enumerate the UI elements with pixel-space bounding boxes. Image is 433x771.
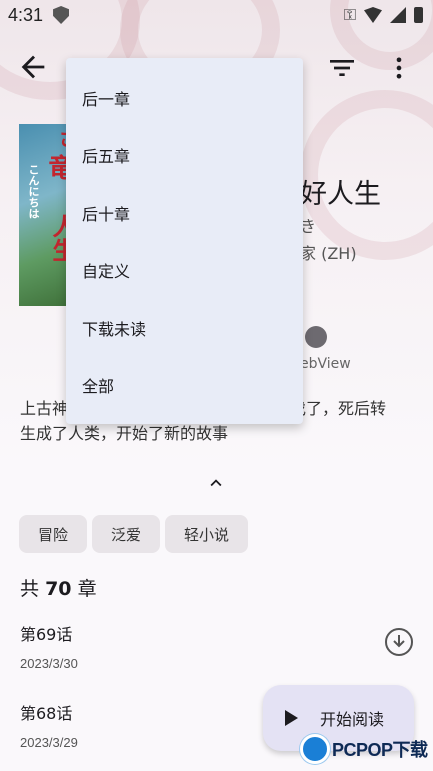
back-button[interactable] bbox=[16, 50, 50, 84]
chevron-up-icon bbox=[210, 479, 222, 487]
description-line: 生成了人类，开始了新的故事 bbox=[20, 424, 229, 443]
status-icons: ⚿ bbox=[344, 5, 423, 25]
genre-tags: 冒险 泛爱 轻小说 bbox=[19, 515, 249, 553]
more-options-button[interactable] bbox=[385, 52, 413, 84]
shield-icon bbox=[53, 6, 70, 24]
description-line: 伐了，死后转 bbox=[290, 399, 387, 418]
menu-item-custom[interactable]: 自定义 bbox=[66, 242, 303, 300]
watermark-text: PCPOP下载 bbox=[332, 740, 428, 760]
chapter-count-suffix: 章 bbox=[77, 578, 97, 600]
genre-tag[interactable]: 轻小说 bbox=[165, 515, 249, 553]
manga-source: 家 (ZH) bbox=[300, 244, 357, 263]
menu-item-next-1[interactable]: 后一章 bbox=[66, 69, 303, 127]
battery-icon bbox=[414, 7, 423, 23]
menu-item-unread[interactable]: 下载未读 bbox=[66, 299, 303, 357]
wifi-icon bbox=[364, 7, 382, 23]
chapter-count-prefix: 共 bbox=[20, 578, 40, 600]
cover-text: こんにちは bbox=[27, 164, 40, 219]
globe-icon[interactable] bbox=[305, 326, 327, 348]
watermark: PCPOP下载 bbox=[300, 731, 428, 767]
status-time: 4:31 bbox=[8, 4, 44, 25]
manga-title: 好人生 bbox=[300, 179, 381, 210]
genre-tag[interactable]: 冒险 bbox=[19, 515, 88, 553]
chapter-count: 共 70 章 bbox=[20, 574, 97, 601]
menu-item-all[interactable]: 全部 bbox=[66, 357, 303, 415]
start-reading-label: 开始阅读 bbox=[320, 710, 385, 729]
filter-button[interactable] bbox=[326, 52, 358, 84]
menu-item-next-5[interactable]: 后五章 bbox=[66, 127, 303, 185]
genre-tag[interactable]: 泛爱 bbox=[92, 515, 161, 553]
chapter-row[interactable]: 第69话 2023/3/30 bbox=[20, 621, 415, 671]
chapter-date: 2023/3/30 bbox=[20, 656, 78, 671]
menu-item-next-10[interactable]: 后十章 bbox=[66, 184, 303, 242]
signal-icon bbox=[390, 7, 406, 23]
download-button[interactable] bbox=[385, 628, 413, 656]
status-bar: 4:31 ⚿ bbox=[0, 0, 433, 30]
arrow-back-icon bbox=[21, 55, 45, 79]
pcpop-logo-icon bbox=[300, 734, 330, 764]
more-vert-icon bbox=[396, 57, 402, 79]
filter-icon bbox=[330, 60, 354, 76]
play-icon bbox=[285, 710, 298, 726]
download-circle-icon bbox=[393, 635, 405, 648]
description-line: 上古神 bbox=[20, 399, 69, 418]
chapter-title: 第69话 bbox=[20, 625, 73, 644]
collapse-description-button[interactable] bbox=[204, 472, 228, 494]
chapter-count-number: 70 bbox=[45, 578, 72, 600]
download-dropdown-menu: 后一章 后五章 后十章 自定义 下载未读 全部 bbox=[66, 58, 303, 424]
webview-label[interactable]: ebView bbox=[300, 356, 351, 372]
vpn-key-icon: ⚿ bbox=[343, 5, 356, 24]
